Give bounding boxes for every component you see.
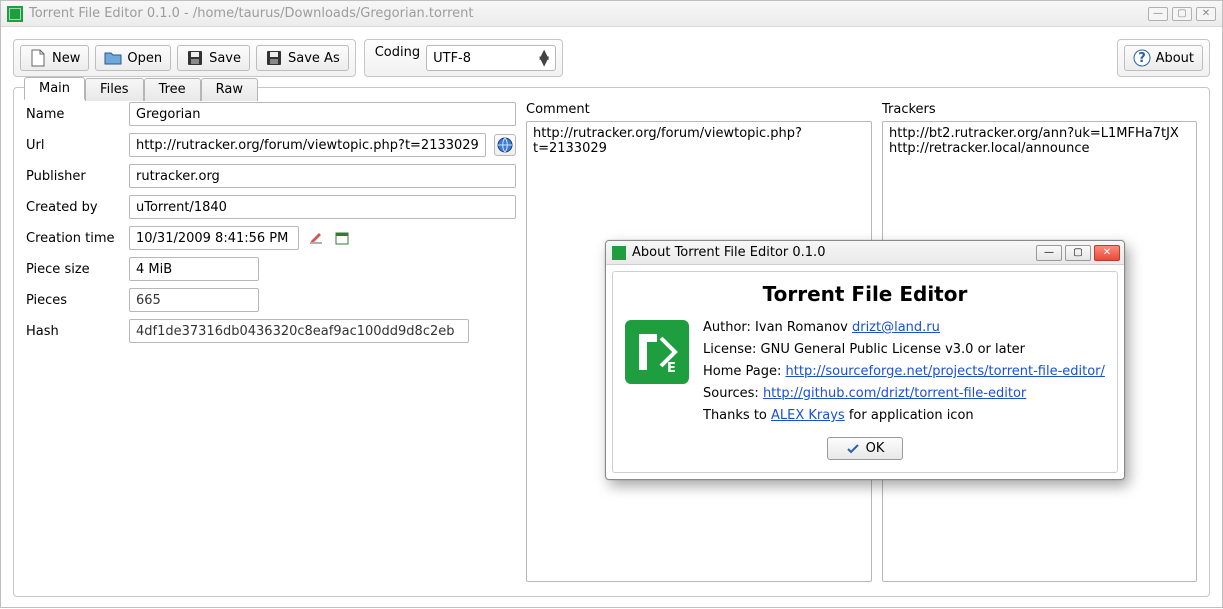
createdby-input[interactable] xyxy=(129,195,516,219)
ok-button[interactable]: OK xyxy=(827,437,904,460)
about-license: License: GNU General Public License v3.0… xyxy=(703,342,1105,357)
tab-tree[interactable]: Tree xyxy=(144,78,201,101)
new-label: New xyxy=(52,51,80,66)
coding-label: Coding xyxy=(375,45,420,71)
about-homepage: Home Page: http://sourceforge.net/projec… xyxy=(703,364,1105,379)
open-button[interactable]: Open xyxy=(95,45,171,71)
ok-label: OK xyxy=(866,441,885,456)
file-new-icon xyxy=(29,49,47,67)
globe-icon xyxy=(497,137,513,153)
save-button[interactable]: Save xyxy=(177,45,250,71)
publisher-input[interactable] xyxy=(129,164,516,188)
new-button[interactable]: New xyxy=(20,45,89,71)
folder-open-icon xyxy=(104,49,122,67)
svg-text:?: ? xyxy=(1138,51,1146,66)
app-icon xyxy=(612,246,626,260)
app-icon xyxy=(7,6,23,22)
dialog-maximize-button[interactable]: ▢ xyxy=(1065,245,1091,261)
coding-select[interactable]: UTF-8 ▲▼ xyxy=(426,45,556,71)
toolbar: New Open Save xyxy=(13,39,1210,77)
about-author: Author: Ivan Romanov drizt@land.ru xyxy=(703,320,1105,335)
url-input[interactable] xyxy=(129,133,486,157)
tab-raw[interactable]: Raw xyxy=(201,78,258,101)
maximize-button[interactable]: ▢ xyxy=(1172,7,1192,21)
dialog-title: About Torrent File Editor 0.1.0 xyxy=(632,245,825,260)
about-label: About xyxy=(1156,51,1194,66)
about-button[interactable]: ? About xyxy=(1124,45,1203,71)
comment-label: Comment xyxy=(526,102,872,117)
dialog-close-button[interactable]: ✕ xyxy=(1094,245,1120,261)
about-heading: Torrent File Editor xyxy=(625,282,1105,306)
hash-label: Hash xyxy=(26,324,121,339)
dialog-titlebar[interactable]: About Torrent File Editor 0.1.0 — ▢ ✕ xyxy=(606,241,1124,265)
saveas-icon xyxy=(265,49,283,67)
saveas-button[interactable]: Save As xyxy=(256,45,349,71)
pieces-input[interactable] xyxy=(129,288,259,312)
trackers-label: Trackers xyxy=(882,102,1197,117)
form-column: Name Url Publisher xyxy=(26,102,516,582)
about-dialog: About Torrent File Editor 0.1.0 — ▢ ✕ To… xyxy=(605,240,1125,480)
save-icon xyxy=(186,49,204,67)
createdby-label: Created by xyxy=(26,200,121,215)
about-thanks: Thanks to ALEX Krays for application ico… xyxy=(703,408,1105,423)
open-url-button[interactable] xyxy=(494,134,516,156)
thanks-link[interactable]: ALEX Krays xyxy=(771,408,845,423)
svg-text:E: E xyxy=(667,361,676,376)
titlebar[interactable]: Torrent File Editor 0.1.0 - /home/taurus… xyxy=(1,1,1222,27)
help-icon: ? xyxy=(1133,49,1151,67)
tab-main[interactable]: Main xyxy=(24,77,85,100)
name-label: Name xyxy=(26,107,121,122)
pieces-label: Pieces xyxy=(26,293,121,308)
close-button[interactable]: ✕ xyxy=(1196,7,1216,21)
tab-files[interactable]: Files xyxy=(85,78,144,101)
ctime-input[interactable] xyxy=(129,226,299,250)
url-label: Url xyxy=(26,138,121,153)
coding-value: UTF-8 xyxy=(433,51,471,66)
homepage-link[interactable]: http://sourceforge.net/projects/torrent-… xyxy=(786,364,1105,379)
spinner-arrows-icon: ▲▼ xyxy=(539,51,549,65)
ctime-label: Creation time xyxy=(26,231,121,246)
calendar-button[interactable] xyxy=(333,229,351,247)
saveas-label: Save As xyxy=(288,51,340,66)
minimize-button[interactable]: — xyxy=(1148,7,1168,21)
dialog-minimize-button[interactable]: — xyxy=(1036,245,1062,261)
window-title: Torrent File Editor 0.1.0 - /home/taurus… xyxy=(29,6,473,21)
piecesize-label: Piece size xyxy=(26,262,121,277)
hash-input[interactable] xyxy=(129,319,469,343)
save-label: Save xyxy=(209,51,241,66)
publisher-label: Publisher xyxy=(26,169,121,184)
clear-time-button[interactable] xyxy=(307,229,325,247)
open-label: Open xyxy=(127,51,162,66)
about-sources: Sources: http://github.com/drizt/torrent… xyxy=(703,386,1105,401)
check-icon xyxy=(846,442,860,456)
tabstrip: Main Files Tree Raw xyxy=(24,77,258,100)
sources-link[interactable]: http://github.com/drizt/torrent-file-edi… xyxy=(763,386,1026,401)
author-email-link[interactable]: drizt@land.ru xyxy=(852,320,940,335)
piecesize-input[interactable] xyxy=(129,257,259,281)
app-logo-icon: E xyxy=(625,320,689,384)
name-input[interactable] xyxy=(129,102,516,126)
